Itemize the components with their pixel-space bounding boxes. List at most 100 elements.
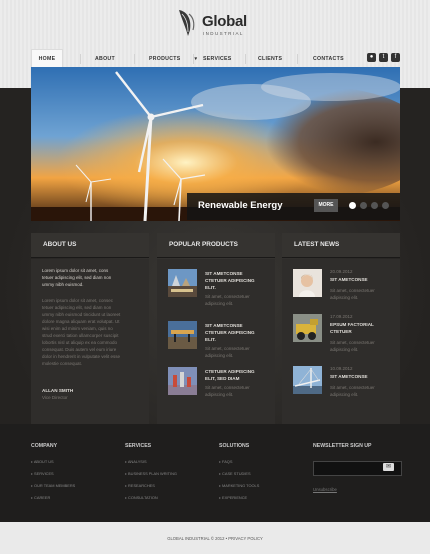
nav-clients[interactable]: CLIENTS xyxy=(258,49,282,69)
news-title[interactable]: SIT AMETCONSE xyxy=(330,373,368,380)
product-title[interactable]: CTETUER ADIPISCING xyxy=(205,277,255,284)
product-text: Sit amet, consectetuer xyxy=(205,346,250,351)
latest-news-section: LATEST NEWS 20.09.2012 SIT AMETCONSE Sit… xyxy=(282,233,400,425)
news-text: Sit amet, consectetuer xyxy=(330,288,375,293)
news-thumbnail[interactable] xyxy=(293,314,322,342)
latest-news-header: LATEST NEWS xyxy=(282,233,400,257)
footer-link[interactable]: MARKETING TOOLS xyxy=(219,483,259,488)
nav-divider xyxy=(80,54,81,64)
about-text: lobortis nisl ut aliquip ex ea commodo xyxy=(42,340,118,345)
about-text: Lorem ipsum dolor sit amet, consec xyxy=(42,298,114,303)
footer-link[interactable]: FAQS xyxy=(219,459,232,464)
news-title[interactable]: SIT AMETCONSE xyxy=(330,276,368,283)
about-text: wisi enim ad minim veniam, quis no xyxy=(42,326,113,331)
about-us-section: ABOUT US Lorem ipsum dolor sit amet, con… xyxy=(31,233,149,425)
product-text: adipiscing elit. xyxy=(205,353,234,358)
nav-divider xyxy=(193,54,194,64)
newsletter-submit-button[interactable]: ✉ xyxy=(383,463,394,471)
news-thumbnail[interactable] xyxy=(293,269,322,297)
footer-link[interactable]: ANALYSIS xyxy=(125,459,147,464)
popular-products-section: POPULAR PRODUCTS SIT AMETCONSE CTETUER A… xyxy=(157,233,275,425)
product-title[interactable]: ELIT, SED DIAM xyxy=(205,375,239,382)
product-title[interactable]: CTETUER ADIPISCING xyxy=(205,368,255,375)
popular-products-header: POPULAR PRODUCTS xyxy=(157,233,275,257)
product-title[interactable]: SIT AMETCONSE xyxy=(205,270,243,277)
news-title[interactable]: EPSUM FACTORIAL xyxy=(330,321,374,328)
footer-link[interactable]: BUSINESS PLAN WRITING xyxy=(125,471,177,476)
news-text: Sit amet, consectetuer xyxy=(330,340,375,345)
news-title[interactable]: CTETUER xyxy=(330,328,352,335)
nav-divider xyxy=(245,54,246,64)
logo-title: Global xyxy=(202,13,247,30)
nav-contacts[interactable]: CONTACTS xyxy=(313,49,344,69)
envelope-icon: ✉ xyxy=(385,464,392,470)
site-logo[interactable]: Global INDUSTRIAL xyxy=(176,8,266,42)
product-text: adipiscing elit. xyxy=(205,392,234,397)
footer-link[interactable]: OUR TEAM MEMBERS xyxy=(31,483,75,488)
slider-caption: Renewable Energy MORE xyxy=(187,193,400,220)
news-text: Sit amet, consectetuer xyxy=(330,385,375,390)
more-button[interactable]: MORE xyxy=(314,199,338,212)
copyright-text: GLOBAL INDUSTRIAL © 2012 • PRIVACY POLIC… xyxy=(167,536,263,541)
product-text: Sit amet, consectetuer xyxy=(205,294,250,299)
slider-dot[interactable] xyxy=(360,202,367,209)
product-title[interactable]: ELIT. xyxy=(205,336,216,343)
nav-about[interactable]: ABOUT xyxy=(95,49,115,69)
news-text: adipiscing elit. xyxy=(330,295,359,300)
product-text: adipiscing elit. xyxy=(205,301,234,306)
footer-link[interactable]: RESEARCHES xyxy=(125,483,155,488)
about-text: tetuer adipiscing elit, sed diam non xyxy=(42,305,112,310)
footer-link[interactable]: EXPERIENCE xyxy=(219,495,247,500)
product-thumbnail[interactable] xyxy=(168,321,197,349)
logo-subtitle: INDUSTRIAL xyxy=(203,31,244,36)
author-name: ALLAN SMITH xyxy=(42,388,74,393)
dribbble-icon[interactable]: ● xyxy=(367,53,376,62)
footer-link[interactable]: SERVICES xyxy=(31,471,54,476)
product-title[interactable]: SIT AMETCONSE xyxy=(205,322,243,329)
slider-dot[interactable] xyxy=(382,202,389,209)
about-text: strud exerci tation ullamcorper suscipit xyxy=(42,333,119,338)
slider-dot[interactable] xyxy=(371,202,378,209)
author-role: Vice Director xyxy=(42,395,68,400)
product-text: Sit amet, consectetuer xyxy=(205,385,250,390)
about-lead: tetuer adipiscing elit, sed diam non xyxy=(42,275,112,280)
news-date: 17.09.2012 xyxy=(330,314,353,319)
product-thumbnail[interactable] xyxy=(168,367,197,395)
footer-company-title: COMPANY xyxy=(31,443,58,449)
unsubscribe-link[interactable]: Unsubscribe xyxy=(313,487,337,492)
product-title[interactable]: CTETUER ADIPISCING xyxy=(205,329,255,336)
latest-news-title: LATEST NEWS xyxy=(294,241,340,248)
product-thumbnail[interactable] xyxy=(168,269,197,297)
twitter-icon[interactable]: t xyxy=(379,53,388,62)
about-text: ummy nibh euismod tincidunt ut laoreet xyxy=(42,312,121,317)
nav-products[interactable]: PRODUCTS ▾ xyxy=(149,49,197,69)
footer-link[interactable]: CAREER xyxy=(31,495,50,500)
about-lead: ummy nibh euismod. xyxy=(42,282,84,287)
product-title[interactable]: ELIT. xyxy=(205,284,216,291)
about-us-title: ABOUT US xyxy=(43,241,77,248)
latest-news-body: 20.09.2012 SIT AMETCONSE Sit amet, conse… xyxy=(282,259,400,425)
slider-dot[interactable] xyxy=(349,202,356,209)
footer-services-title: SERVICES xyxy=(125,443,152,449)
nav-services[interactable]: SERVICES xyxy=(203,49,232,69)
about-us-body: Lorem ipsum dolor sit amet, cons tetuer … xyxy=(31,259,149,425)
slider-caption-title: Renewable Energy xyxy=(198,200,283,211)
popular-products-title: POPULAR PRODUCTS xyxy=(169,241,238,248)
newsletter-title: NEWSLETTER SIGN UP xyxy=(313,443,372,449)
about-text: dolore magna aliquam erat volutpat. Ut xyxy=(42,319,120,324)
footer-solutions-title: SOLUTIONS xyxy=(219,443,250,449)
news-date: 20.09.2012 xyxy=(330,269,353,274)
news-thumbnail[interactable] xyxy=(293,366,322,394)
facebook-icon[interactable]: f xyxy=(391,53,400,62)
footer-link[interactable]: ABOUT US xyxy=(31,459,54,464)
footer-link[interactable]: CASE STUDIES xyxy=(219,471,251,476)
nav-home[interactable]: HOME xyxy=(31,49,63,69)
news-date: 10.09.2012 xyxy=(330,366,353,371)
feather-logo-icon xyxy=(179,10,195,36)
about-us-header: ABOUT US xyxy=(31,233,149,257)
about-text: consequat. Duis autem vel eum iriure xyxy=(42,347,117,352)
news-text: adipiscing elit. xyxy=(330,392,359,397)
footer-link[interactable]: CONSULTATION xyxy=(125,495,158,500)
nav-products-label: PRODUCTS xyxy=(149,56,181,62)
about-text: dolor in hendrerit in vulputate velit es… xyxy=(42,354,121,359)
